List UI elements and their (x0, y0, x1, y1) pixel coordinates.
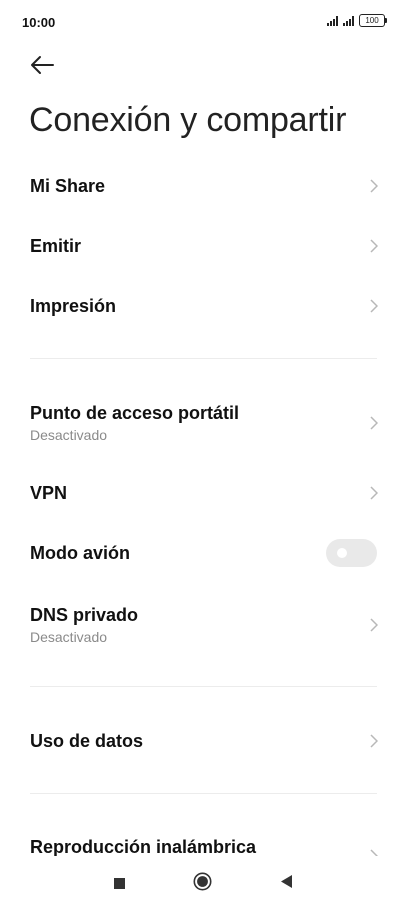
list-item-hotspot[interactable]: Punto de acceso portátil Desactivado (0, 393, 407, 453)
page-title: Conexión y compartir (29, 101, 347, 139)
divider (30, 358, 377, 359)
list-item-emitir[interactable]: Emitir (0, 218, 407, 274)
item-status: Desactivado (30, 427, 108, 443)
item-label: Punto de acceso portátil (30, 403, 240, 423)
list-item-private-dns[interactable]: DNS privado Desactivado (0, 595, 407, 655)
chevron-right-icon (370, 734, 378, 748)
chevron-right-icon (370, 486, 378, 500)
chevron-right-icon (370, 849, 378, 856)
item-label: Impresión (30, 296, 117, 316)
item-label: Reproducción inalámbrica (30, 837, 257, 856)
divider (30, 793, 377, 794)
item-label: DNS privado (30, 605, 139, 625)
chevron-right-icon (370, 239, 378, 253)
back-button[interactable] (28, 52, 58, 78)
signal-icon (327, 15, 338, 26)
status-bar: 10:00 100 (0, 0, 407, 44)
item-label: Modo avión (30, 543, 130, 563)
circle-home-icon (193, 872, 212, 891)
home-button[interactable] (193, 872, 212, 896)
square-recents-icon (114, 878, 125, 889)
item-label: Mi Share (30, 176, 106, 196)
list-item-data-usage[interactable]: Uso de datos (0, 713, 407, 769)
status-icons: 100 (327, 14, 387, 27)
navigation-bar (0, 856, 407, 906)
list-item-airplane-mode[interactable]: Modo avión (0, 525, 407, 581)
chevron-right-icon (370, 179, 378, 193)
item-label: Uso de datos (30, 731, 144, 751)
recents-button[interactable] (114, 876, 125, 894)
arrow-left-icon (31, 56, 54, 74)
divider (30, 686, 377, 687)
chevron-right-icon (370, 618, 378, 632)
battery-icon: 100 (359, 14, 387, 27)
status-time: 10:00 (22, 15, 56, 30)
list-item-impresion[interactable]: Impresión (0, 278, 407, 334)
back-nav-button[interactable] (281, 875, 292, 893)
triangle-back-icon (281, 875, 292, 888)
list-item-mi-share[interactable]: Mi Share (0, 158, 407, 214)
item-status: Desactivado (30, 629, 108, 645)
chevron-right-icon (370, 416, 378, 430)
list-item-vpn[interactable]: VPN (0, 465, 407, 521)
chevron-right-icon (370, 299, 378, 313)
airplane-mode-toggle[interactable] (326, 539, 377, 567)
item-label: VPN (30, 483, 68, 503)
signal-icon (343, 15, 354, 26)
list-item-wireless-display[interactable]: Reproducción inalámbrica (0, 820, 407, 856)
toggle-knob (337, 548, 347, 558)
item-label: Emitir (30, 236, 82, 256)
